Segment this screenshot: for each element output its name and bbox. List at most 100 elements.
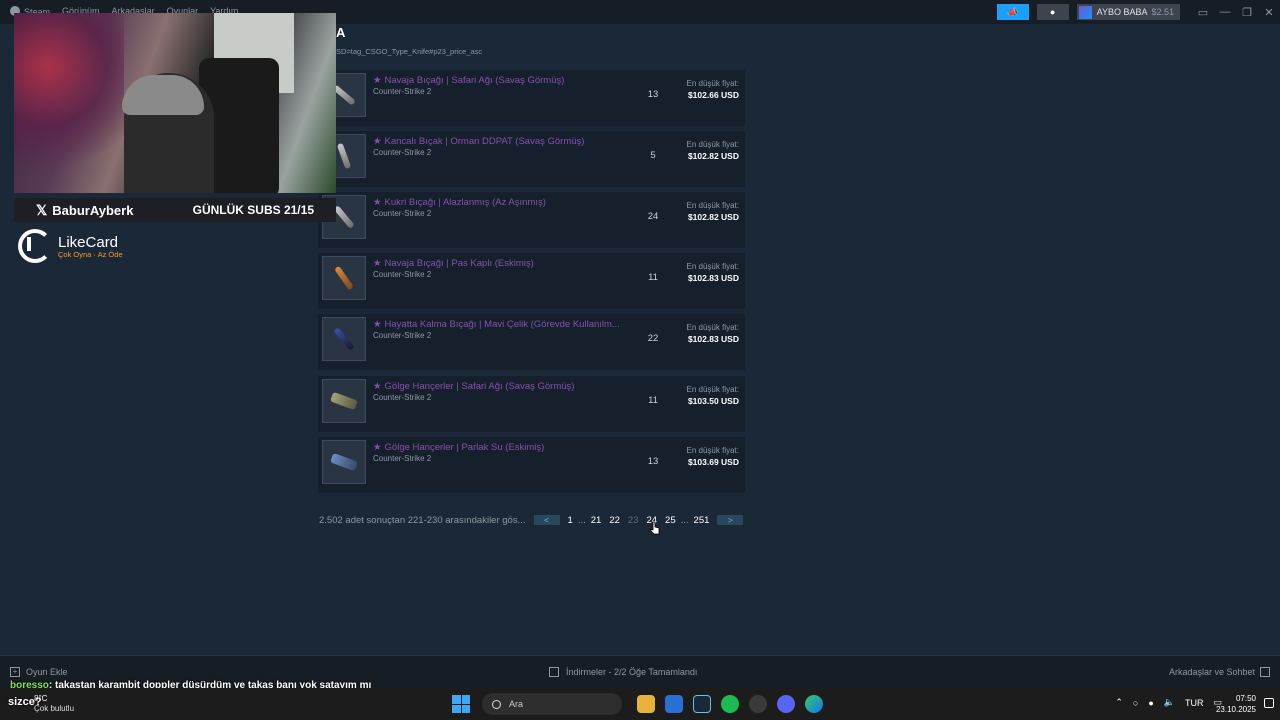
item-game: Counter-Strike 2 [373, 87, 432, 96]
notification-icon[interactable] [1264, 698, 1274, 708]
add-game-button[interactable]: + Oyun Ekle [10, 667, 68, 677]
wallet-balance: $2.51 [1151, 7, 1174, 17]
system-tray: ⌃ ○ ● 🔈 TUR ▭ [1115, 697, 1222, 708]
item-quantity: 13 [647, 89, 659, 100]
page-ellipsis: ... [577, 514, 586, 526]
friends-chat-button[interactable]: Arkadaşlar ve Sohbet [1169, 667, 1270, 677]
prev-page-button[interactable]: < [533, 515, 560, 525]
page-title: A [336, 25, 346, 40]
clock-date: 23.10.2025 [1215, 705, 1256, 714]
taskbar-clock[interactable]: 07:50 23.10.2025 [1216, 693, 1256, 715]
item-price: $102.82 USD [687, 151, 739, 161]
item-quantity: 24 [647, 211, 659, 222]
page-link[interactable]: 25 [665, 515, 676, 526]
price-label: En düşük fiyat: [686, 385, 739, 394]
notifications-button[interactable]: ● [1036, 4, 1069, 20]
item-name[interactable]: ★ Gölge Hançerler | Safari Ağı (Savaş Gör… [373, 381, 631, 392]
page-ellipsis: ... [680, 514, 689, 526]
item-price: $103.69 USD [687, 457, 739, 467]
announcement-button[interactable]: 📣 [996, 4, 1029, 20]
item-thumbnail [322, 440, 366, 484]
app-icon[interactable] [749, 695, 767, 713]
price-label: En düşük fiyat: [686, 446, 739, 455]
price-label: En düşük fiyat: [686, 201, 739, 210]
tray-app-icon[interactable]: ○ [1133, 698, 1138, 708]
item-name[interactable]: ★ Navaja Bıçağı | Safari Ağı (Savaş Görmü… [373, 75, 631, 86]
account-menu[interactable]: AYBO BABA $2.51 [1076, 4, 1180, 20]
price-label: En düşük fiyat: [686, 262, 739, 271]
discord-icon[interactable] [777, 695, 795, 713]
page-link[interactable]: 22 [609, 515, 620, 526]
market-listing-row[interactable]: ★ Navaja Bıçağı | Pas Kaplı (Eskimiş) Cou… [318, 253, 745, 309]
page-link[interactable]: 21 [591, 515, 602, 526]
streamer-handle: BaburAyberk [52, 202, 134, 218]
market-listing-row[interactable]: ★ Kukri Bıçağı | Alazlanmış (Az Aşınmış) … [318, 192, 745, 248]
market-listing-row[interactable]: ★ Kancalı Bıçak | Orman DDPAT (Savaş Görm… [318, 131, 745, 187]
file-explorer-icon[interactable] [637, 695, 655, 713]
market-listing-row[interactable]: ★ Hayatta Kalma Bıçağı | Mavi Çelik (Göre… [318, 314, 745, 370]
item-game: Counter-Strike 2 [373, 209, 432, 218]
start-button[interactable] [452, 695, 470, 713]
steam-taskbar-icon[interactable] [693, 695, 711, 713]
results-summary: 2.502 adet sonuçtan 221-230 arasındakile… [319, 514, 526, 526]
item-quantity: 11 [648, 272, 658, 283]
clock-time: 07:50 [1235, 694, 1256, 703]
item-name[interactable]: ★ Kancalı Bıçak | Orman DDPAT (Savaş Görm… [373, 136, 631, 147]
pagination: 2.502 adet sonuçtan 221-230 arasındakile… [319, 514, 747, 526]
edge-icon[interactable] [805, 695, 823, 713]
avatar [1078, 5, 1092, 19]
username: AYBO BABA [1096, 7, 1148, 17]
megaphone-icon: 📣 [1007, 6, 1019, 17]
price-label: En düşük fiyat: [686, 79, 739, 88]
likecard-logo-icon [18, 229, 52, 263]
chevron-up-icon[interactable]: ⌃ [1115, 697, 1123, 708]
item-name[interactable]: ★ Navaja Bıçağı | Pas Kaplı (Eskimiş) [373, 258, 631, 269]
market-listing-row[interactable]: ★ Gölge Hançerler | Parlak Su (Eskimiş) C… [318, 437, 745, 493]
item-game: Counter-Strike 2 [373, 148, 432, 157]
steam-tray-icon[interactable]: ● [1148, 698, 1153, 708]
page-link[interactable]: 1 [568, 515, 573, 526]
bell-icon: ● [1049, 7, 1056, 17]
item-game: Counter-Strike 2 [373, 454, 432, 463]
volume-icon[interactable]: 🔈 [1164, 697, 1175, 708]
page-url: SD=tag_CSGO_Type_Knife#p23_price_asc [336, 47, 483, 56]
item-price: $103.50 USD [687, 396, 739, 406]
price-label: En düşük fiyat: [686, 323, 739, 332]
item-price: $102.66 USD [687, 90, 739, 100]
item-price: $102.82 USD [687, 212, 739, 222]
market-listing-row[interactable]: ★ Navaja Bıçağı | Safari Ağı (Savaş Görmü… [318, 70, 745, 126]
item-name[interactable]: ★ Gölge Hançerler | Parlak Su (Eskimiş) [373, 442, 631, 453]
big-picture-icon[interactable]: ▭ [1192, 6, 1214, 19]
webcam-overlay [14, 13, 336, 193]
item-thumbnail [322, 317, 366, 361]
taskbar-search[interactable]: Ara [482, 693, 622, 715]
stream-chat-continuation: sizce? [8, 696, 42, 708]
page-link[interactable]: 251 [694, 515, 710, 526]
sponsor-logo: LikeCard Çok Oyna · Az Öde [18, 229, 123, 263]
spotify-icon[interactable] [721, 695, 739, 713]
language-indicator[interactable]: TUR [1185, 698, 1204, 708]
plus-icon: + [10, 667, 20, 677]
downloads-button[interactable]: İndirmeler - 2/2 Öğe Tamamlandı [549, 667, 697, 677]
minimize-icon[interactable]: — [1214, 6, 1236, 18]
restore-icon[interactable]: ❐ [1236, 6, 1258, 19]
market-listing-row[interactable]: ★ Gölge Hançerler | Safari Ağı (Savaş Gör… [318, 376, 745, 432]
item-game: Counter-Strike 2 [373, 331, 432, 340]
item-quantity: 11 [648, 395, 658, 406]
item-name[interactable]: ★ Kukri Bıçağı | Alazlanmış (Az Aşınmış) [373, 197, 631, 208]
close-icon[interactable]: ✕ [1258, 6, 1280, 19]
friends-icon [1260, 667, 1270, 677]
next-page-button[interactable]: > [717, 515, 744, 525]
streamer-namebar: 𝕏 BaburAyberk GÜNLÜK SUBS 21/15 [14, 198, 336, 222]
item-name[interactable]: ★ Hayatta Kalma Bıçağı | Mavi Çelik (Göre… [373, 319, 631, 330]
price-label: En düşük fiyat: [686, 140, 739, 149]
item-game: Counter-Strike 2 [373, 270, 432, 279]
daily-subs-counter: GÜNLÜK SUBS 21/15 [192, 203, 314, 217]
item-thumbnail [322, 256, 366, 300]
search-icon [492, 699, 501, 709]
item-quantity: 13 [647, 456, 659, 467]
item-price: $102.83 USD [687, 273, 739, 283]
store-icon[interactable] [665, 695, 683, 713]
download-icon [549, 667, 559, 677]
item-quantity: 22 [647, 333, 659, 344]
